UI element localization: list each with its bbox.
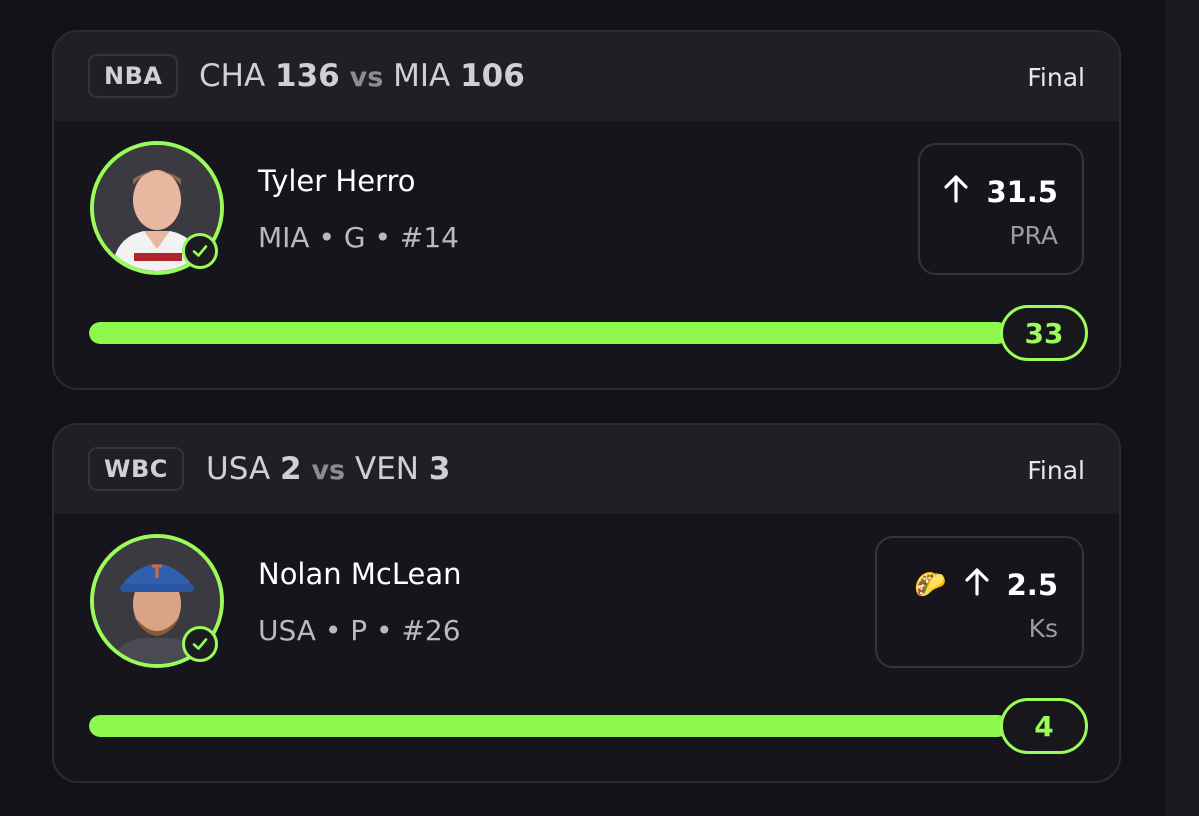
league-badge: WBC	[88, 447, 184, 491]
team-a: CHA	[199, 58, 266, 94]
player-meta: MIA • G • #14	[258, 221, 459, 254]
player-name: Tyler Herro	[258, 164, 416, 198]
league-badge: NBA	[88, 54, 179, 98]
vs-label: vs	[311, 455, 346, 486]
arrow-up-icon	[942, 173, 970, 210]
game-status: Final	[1027, 63, 1085, 92]
matchup: USA 2 vs VEN 3	[206, 449, 450, 491]
progress-fill	[89, 715, 1009, 737]
matchup: CHA 136 vs MIA 106	[199, 56, 525, 98]
progress-track	[89, 715, 1009, 737]
score-a: 2	[280, 451, 302, 487]
player-meta: USA • P • #26	[258, 614, 461, 647]
check-circle-icon	[182, 233, 218, 269]
game-header: NBA CHA 136 vs MIA 106 Final	[54, 32, 1119, 121]
score-a: 136	[275, 58, 340, 94]
player-name: Nolan McLean	[258, 557, 462, 591]
pick-value: 2.5	[1006, 567, 1058, 602]
game-status: Final	[1027, 456, 1085, 485]
team-b: MIA	[393, 58, 451, 94]
pick-card[interactable]: NBA CHA 136 vs MIA 106 Final Tyler Herro…	[52, 30, 1121, 390]
scroll-strip	[1166, 0, 1199, 816]
pick-box: 🌮 2.5 Ks	[875, 536, 1084, 668]
pick-line: 🌮 2.5	[914, 566, 1058, 603]
progress-fill	[89, 322, 1009, 344]
pick-box: 31.5 PRA	[918, 143, 1084, 275]
team-a: USA	[206, 451, 271, 487]
score-b: 106	[460, 58, 525, 94]
result-pill: 4	[1000, 698, 1088, 754]
pick-stat: Ks	[1028, 614, 1058, 643]
progress-track	[89, 322, 1009, 344]
pick-stat: PRA	[1009, 221, 1058, 250]
vs-label: vs	[349, 62, 384, 93]
score-b: 3	[428, 451, 451, 487]
game-header: WBC USA 2 vs VEN 3 Final	[54, 425, 1119, 514]
result-pill: 33	[1000, 305, 1088, 361]
taco-icon: 🌮	[914, 569, 947, 600]
check-circle-icon	[182, 626, 218, 662]
pick-card[interactable]: WBC USA 2 vs VEN 3 Final Nolan McLean US…	[52, 423, 1121, 783]
pick-value: 31.5	[986, 174, 1058, 209]
arrow-up-icon	[963, 566, 991, 603]
picks-page: NBA CHA 136 vs MIA 106 Final Tyler Herro…	[0, 0, 1199, 816]
team-b: VEN	[354, 451, 419, 487]
pick-line: 31.5	[942, 173, 1058, 210]
